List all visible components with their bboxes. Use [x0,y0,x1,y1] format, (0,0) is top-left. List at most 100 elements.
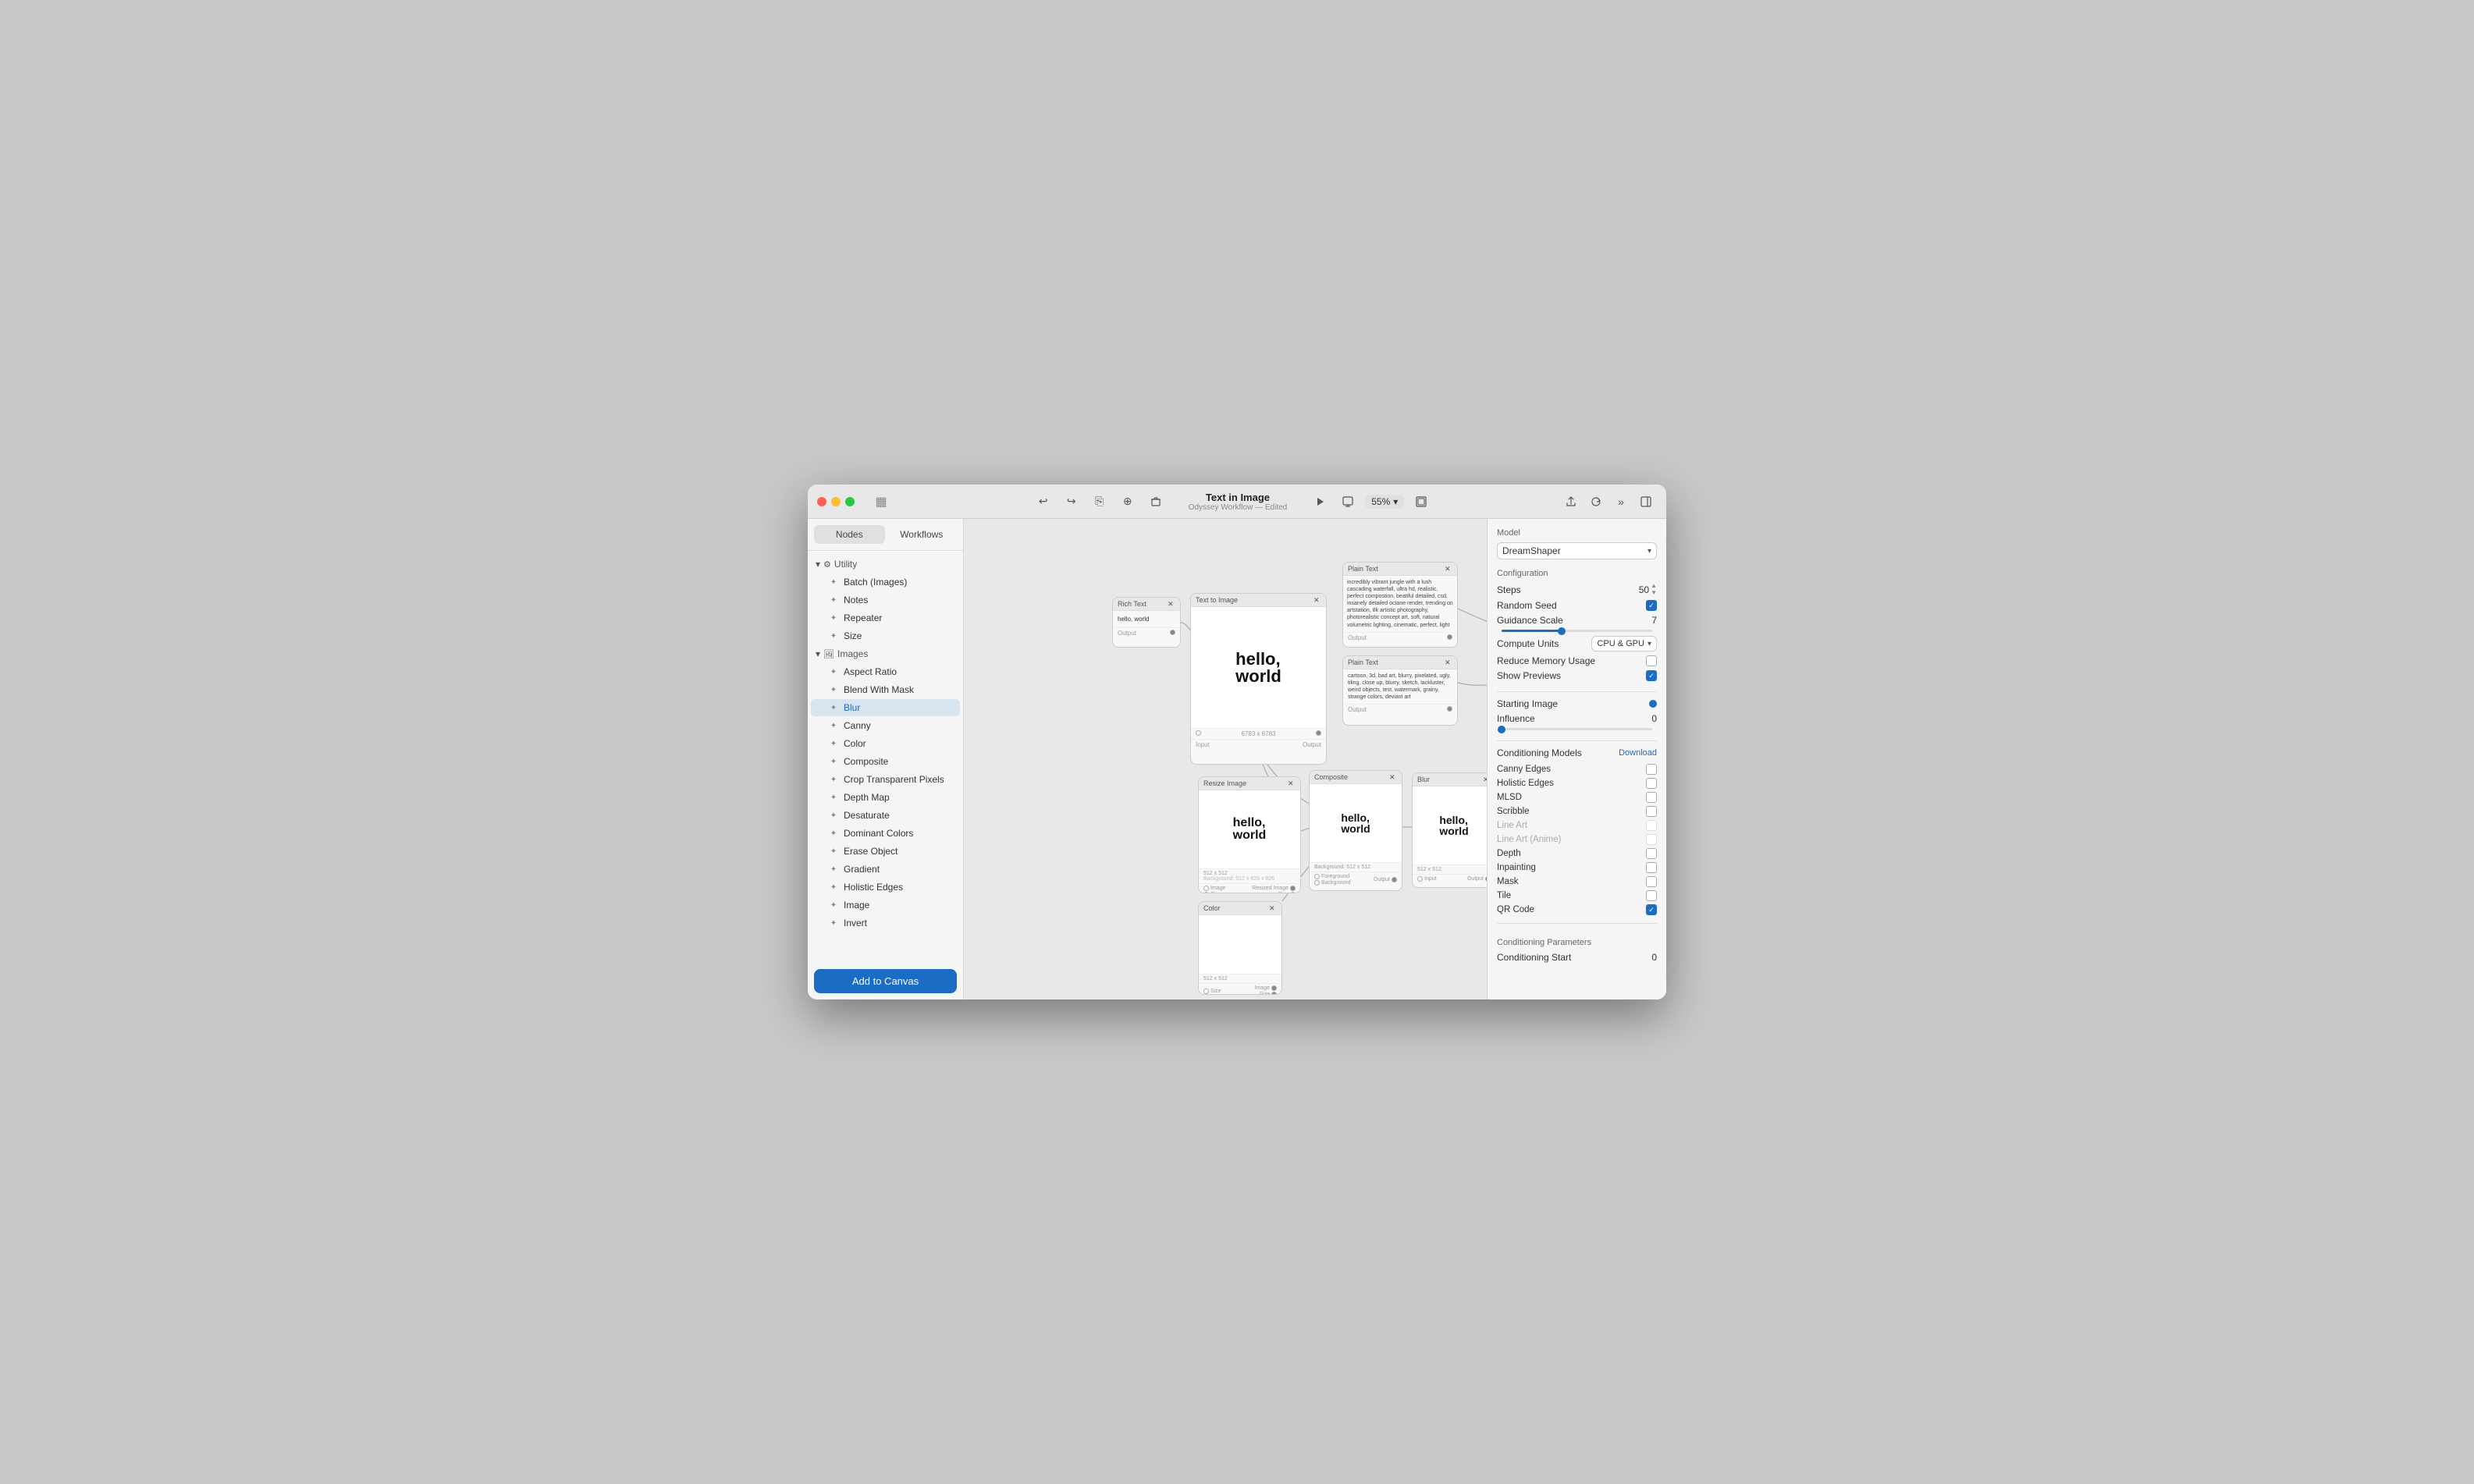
input-port[interactable] [1196,730,1201,736]
frame-button[interactable] [1410,491,1432,513]
output-port[interactable] [1485,876,1487,882]
random-seed-checkbox[interactable]: ✓ [1646,600,1657,611]
sidebar-item-color[interactable]: ✦ Color [811,735,960,752]
output-port[interactable] [1447,634,1452,640]
node-plain-text-1[interactable]: Plain Text ✕ incredibly vibrant jungle w… [1342,562,1458,648]
node-close-button[interactable]: ✕ [1168,600,1175,608]
steps-down-icon[interactable]: ▼ [1651,590,1657,596]
inpainting-checkbox[interactable] [1646,862,1657,873]
tab-workflows[interactable]: Workflows [887,525,958,544]
guidance-scale-slider[interactable] [1502,630,1652,632]
steps-up-icon[interactable]: ▲ [1651,583,1657,589]
tile-checkbox[interactable] [1646,890,1657,901]
node-color[interactable]: Color ✕ 512 x 512 Size Image [1198,901,1282,995]
canny-checkbox[interactable] [1646,764,1657,775]
sidebar-item-image[interactable]: ✦ Image [811,896,960,914]
close-button[interactable] [817,497,826,506]
size-output-port[interactable] [1290,892,1296,893]
sidebar-item-desaturate[interactable]: ✦ Desaturate [811,807,960,824]
sidebar-item-holistic-edges[interactable]: ✦ Holistic Edges [811,879,960,896]
node-resize-image[interactable]: Resize Image ✕ hello,world 512 x 512 Bac… [1198,776,1301,893]
node-close-button[interactable]: ✕ [1389,773,1397,781]
sidebar-item-notes[interactable]: ✦ Notes [811,591,960,609]
output-port[interactable] [1392,877,1397,882]
holistic-checkbox[interactable] [1646,778,1657,789]
tab-nodes[interactable]: Nodes [814,525,885,544]
guidance-scale-thumb[interactable] [1558,627,1566,635]
node-close-button[interactable]: ✕ [1269,904,1277,912]
sidebar-section-utility[interactable]: ▾ ⚙ Utility [808,556,963,573]
delete-button[interactable] [1145,491,1167,513]
input-port[interactable] [1417,876,1423,882]
add-to-canvas-button[interactable]: Add to Canvas [814,969,957,993]
size-input-port[interactable] [1203,989,1209,994]
output-port[interactable] [1316,730,1321,736]
sidebar-item-gradient[interactable]: ✦ Gradient [811,861,960,878]
share-button[interactable] [1560,491,1582,513]
sidebar-item-size[interactable]: ✦ Size [811,627,960,644]
node-close-button[interactable]: ✕ [1483,776,1487,783]
influence-slider[interactable] [1502,728,1652,730]
more-button[interactable]: » [1610,491,1632,513]
reduce-memory-checkbox[interactable] [1646,655,1657,666]
paste-button[interactable]: ⊕ [1117,491,1139,513]
fg-port[interactable] [1314,874,1320,879]
download-button[interactable]: Download [1619,748,1657,758]
image-output-port[interactable] [1271,985,1277,991]
node-close-button[interactable]: ✕ [1313,596,1321,604]
mlsd-checkbox[interactable] [1646,792,1657,803]
sidebar-section-images[interactable]: ▾ 🖼 Images [808,645,963,662]
node-plain-text-2[interactable]: Plain Text ✕ cartoon, 3d, bad art, blurr… [1342,655,1458,726]
node-close-button[interactable]: ✕ [1288,779,1296,787]
resized-output-port[interactable] [1290,886,1296,891]
mask-checkbox[interactable] [1646,876,1657,887]
sidebar-toggle-button[interactable]: ▦ [870,491,892,513]
influence-thumb[interactable] [1498,726,1505,733]
maximize-button[interactable] [845,497,855,506]
sidebar-item-depth-map[interactable]: ✦ Depth Map [811,789,960,806]
steps-stepper[interactable]: ▲ ▼ [1651,583,1657,596]
redo-button[interactable]: ↪ [1061,491,1082,513]
sidebar-item-canny[interactable]: ✦ Canny [811,717,960,734]
undo-button[interactable]: ↩ [1033,491,1054,513]
output-port[interactable] [1170,630,1175,635]
sidebar-item-blur[interactable]: ✦ Blur [811,699,960,716]
sidebar-item-crop-transparent[interactable]: ✦ Crop Transparent Pixels [811,771,960,788]
inspector-toggle-button[interactable] [1635,491,1657,513]
model-select[interactable]: DreamShaper ▾ [1497,542,1657,559]
sidebar-item-composite[interactable]: ✦ Composite [811,753,960,770]
bg-port[interactable] [1314,880,1320,886]
image-input-port[interactable] [1203,886,1209,891]
node-close-button[interactable]: ✕ [1445,659,1452,666]
node-text-to-image[interactable]: Text to Image ✕ hello,world 6783 x 6783 … [1190,593,1327,765]
node-close-button[interactable]: ✕ [1445,565,1452,573]
scribble-checkbox[interactable] [1646,806,1657,817]
node-blur[interactable]: Blur ✕ hello,world 512 x 512 Input Outpu… [1412,772,1487,888]
sidebar-item-batch-images[interactable]: ✦ Batch (Images) [811,573,960,591]
show-previews-checkbox[interactable]: ✓ [1646,670,1657,681]
node-footer: Output [1343,632,1457,643]
output-port[interactable] [1447,706,1452,712]
node-rich-text[interactable]: Rich Text ✕ hello, world Output [1112,597,1181,648]
sidebar-item-invert[interactable]: ✦ Invert [811,914,960,932]
copy-button[interactable]: ⎘ [1089,491,1111,513]
depth-checkbox[interactable] [1646,848,1657,859]
present-button[interactable] [1337,491,1359,513]
refresh-button[interactable] [1585,491,1607,513]
sidebar-item-blend-with-mask[interactable]: ✦ Blend With Mask [811,681,960,698]
sidebar-item-erase-object[interactable]: ✦ Erase Object [811,843,960,860]
size-output-port[interactable] [1271,992,1277,995]
sidebar-item-aspect-ratio[interactable]: ✦ Aspect Ratio [811,663,960,680]
line-art-anime-checkbox[interactable] [1646,834,1657,845]
qr-code-checkbox[interactable]: ✓ [1646,904,1657,915]
compute-units-select[interactable]: CPU & GPU ▾ [1591,636,1657,651]
size-input-port[interactable] [1203,892,1209,893]
canvas-area[interactable]: Rich Text ✕ hello, world Output Text to … [964,519,1487,999]
play-button[interactable] [1309,491,1331,513]
sidebar-item-repeater[interactable]: ✦ Repeater [811,609,960,627]
minimize-button[interactable] [831,497,841,506]
sidebar-item-dominant-colors[interactable]: ✦ Dominant Colors [811,825,960,842]
node-composite[interactable]: Composite ✕ hello,world Background: 512 … [1309,770,1402,891]
line-art-checkbox[interactable] [1646,820,1657,831]
zoom-control[interactable]: 55% ▾ [1365,495,1404,509]
